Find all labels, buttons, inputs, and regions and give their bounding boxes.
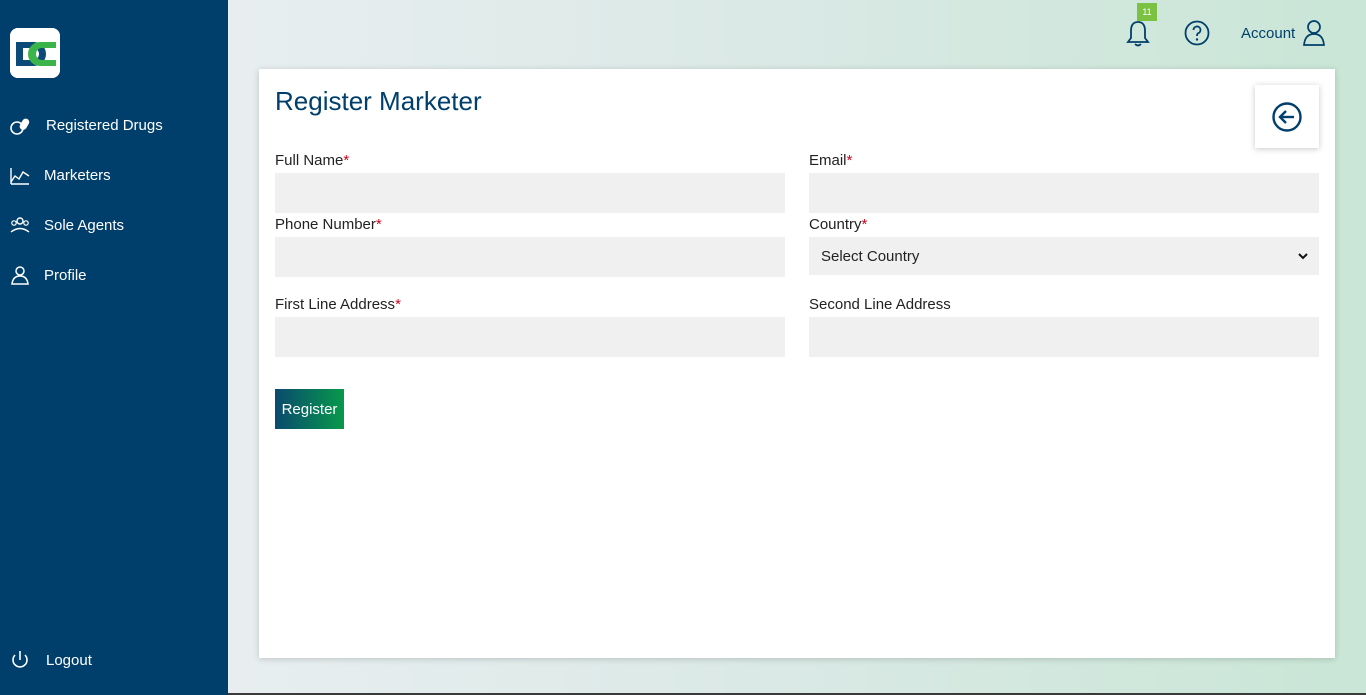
logout-label: Logout [46,651,92,669]
sidebar-item-profile[interactable]: Profile [0,260,228,290]
logout-button[interactable]: Logout [0,645,228,675]
notifications-button[interactable] [1125,18,1151,48]
phone-label: Phone Number* [275,216,382,233]
bell-icon [1126,21,1150,47]
page-title: Register Marketer [275,86,482,116]
sidebar-item-label: Marketers [44,166,111,184]
logo-icon [10,28,60,78]
address1-input[interactable] [275,317,785,357]
pills-icon [9,114,31,136]
email-label: Email* [809,152,853,169]
sidebar-item-label: Profile [44,266,87,284]
address2-label: Second Line Address [809,296,951,313]
form-card [259,69,1335,658]
user-icon [9,264,31,286]
sidebar-item-marketers[interactable]: Marketers [0,160,228,190]
required-mark: * [846,152,853,169]
back-button[interactable] [1255,85,1319,148]
account-menu[interactable]: Account [1241,18,1327,48]
app-logo[interactable] [10,28,60,78]
notification-badge: 11 [1137,3,1157,21]
email-input[interactable] [809,173,1319,213]
power-icon [9,649,31,671]
required-mark: * [375,216,382,233]
sidebar-item-label: Sole Agents [44,216,125,234]
sidebar: Registered Drugs Marketers Sole Agents P… [0,0,228,695]
sidebar-item-label: Registered Drugs [46,116,163,134]
account-label: Account [1241,24,1296,42]
sidebar-item-sole-agents[interactable]: Sole Agents [0,210,228,240]
required-mark: * [395,296,401,313]
phone-input[interactable] [275,237,785,277]
required-mark: * [343,152,350,169]
country-label: Country* [809,216,868,233]
sidebar-item-registered-drugs[interactable]: Registered Drugs [0,110,228,140]
arrow-left-circle-icon [1272,101,1302,132]
required-mark: * [861,216,868,233]
country-select[interactable]: Select Country [809,237,1319,275]
question-circle-icon [1184,20,1210,46]
full-name-input[interactable] [275,173,785,213]
app-root: Registered Drugs Marketers Sole Agents P… [0,0,1366,695]
register-button[interactable]: Register [275,389,344,429]
agents-icon [9,214,31,236]
address2-input[interactable] [809,317,1319,357]
full-name-label: Full Name* [275,152,350,169]
chevron-down-icon [1298,253,1308,260]
country-selected-value: Select Country [821,247,920,265]
address1-label: First Line Address* [275,296,401,313]
help-button[interactable] [1183,19,1211,47]
marketers-icon [9,164,31,186]
user-icon [1303,20,1326,46]
